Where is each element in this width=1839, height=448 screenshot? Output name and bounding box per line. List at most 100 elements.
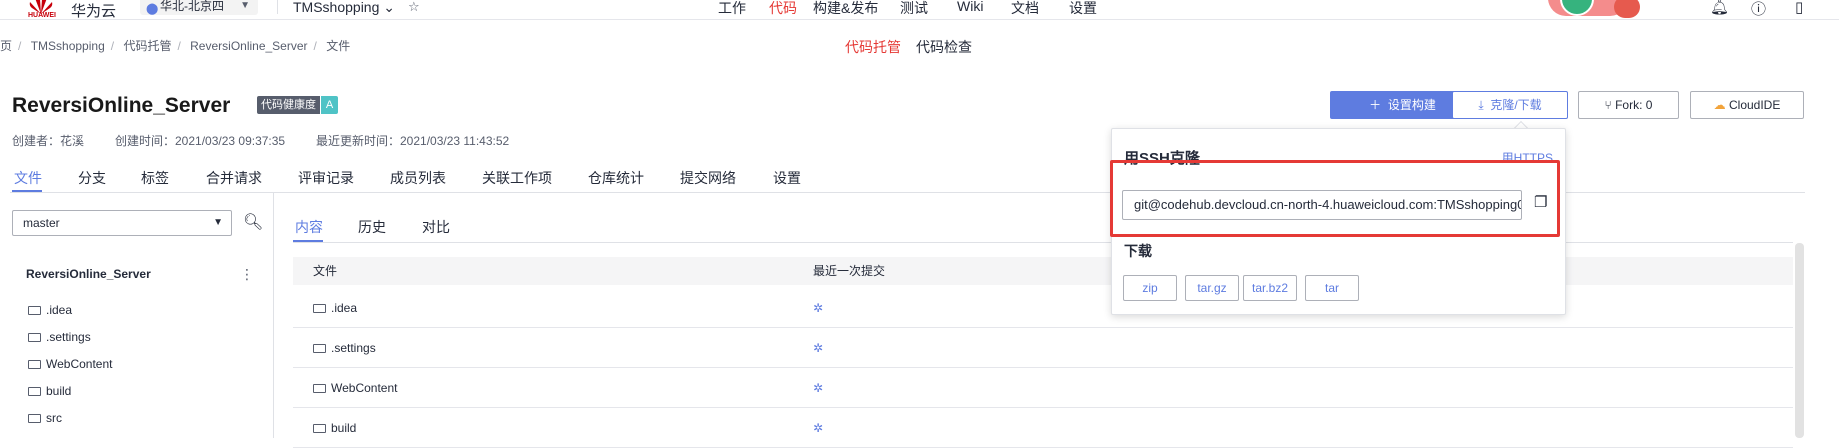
table-row[interactable]: WebContent ✲	[293, 368, 1793, 408]
tab-reviews[interactable]: 评审记录	[298, 168, 354, 188]
fork-button[interactable]: ⑂ Fork: 0	[1578, 91, 1679, 119]
tab-tags[interactable]: 标签	[141, 168, 169, 188]
file-name[interactable]: .settings	[331, 341, 376, 355]
table-row[interactable]: .idea ✲	[293, 288, 1793, 328]
folder-icon	[313, 424, 326, 433]
loading-icon: ✲	[813, 381, 824, 395]
tree-item-label: src	[46, 411, 62, 425]
logo-text: HUAWEI	[28, 12, 56, 19]
region-selector[interactable]: ⬤ 华北-北京四 ▼	[140, 0, 258, 15]
content-tabs-divider	[293, 242, 1793, 243]
download-zip-button[interactable]: zip	[1123, 275, 1177, 301]
file-name[interactable]: build	[331, 421, 356, 435]
nav-docs[interactable]: 文档	[1011, 0, 1039, 18]
tree-item[interactable]: .idea	[28, 303, 72, 317]
tab-commit-network[interactable]: 提交网络	[680, 168, 736, 188]
download-targz-button[interactable]: tar.gz	[1185, 275, 1239, 301]
nav-build-release[interactable]: 构建&发布	[813, 0, 878, 18]
health-badge-label[interactable]: 代码健康度	[257, 96, 320, 114]
tree-item[interactable]: WebContent	[28, 357, 113, 371]
tree-repo-name[interactable]: ReversiOnline_Server	[26, 267, 151, 281]
tree-item-label: .idea	[46, 303, 73, 317]
tab-content[interactable]: 内容	[295, 217, 323, 237]
tab-settings[interactable]: 设置	[773, 168, 801, 188]
branch-name: master	[23, 216, 60, 230]
folder-icon	[28, 414, 41, 423]
more-vertical-icon[interactable]: ⋮	[240, 266, 254, 283]
divider	[277, 0, 278, 14]
tab-members[interactable]: 成员列表	[390, 168, 446, 188]
folder-icon	[313, 344, 326, 353]
breadcrumb-current: 文件	[326, 39, 351, 53]
breadcrumb-code-hosting[interactable]: 代码托管	[123, 39, 171, 53]
tree-item[interactable]: .settings	[28, 330, 91, 344]
copy-icon[interactable]: ❐	[1534, 193, 1547, 211]
region-label: 华北-北京四	[160, 0, 224, 13]
branch-selector[interactable]: master ▼	[12, 210, 232, 236]
setup-build-label: 设置构建	[1387, 98, 1436, 112]
tab-merge-requests[interactable]: 合并请求	[206, 168, 262, 188]
folder-icon	[28, 360, 41, 369]
clone-download-button[interactable]: ⤓ 克隆/下载	[1452, 91, 1568, 119]
clone-download-label: 克隆/下载	[1490, 98, 1542, 112]
folder-icon	[28, 333, 41, 342]
help-icon[interactable]: ⓘ	[1751, 0, 1766, 19]
tab-work-items[interactable]: 关联工作项	[482, 168, 552, 188]
loading-icon: ✲	[813, 341, 824, 355]
tab-compare[interactable]: 对比	[422, 217, 450, 237]
project-selector[interactable]: TMSshopping ⌄	[293, 0, 395, 16]
top-bar: HUAWEI 华为云 ⬤ 华北-北京四 ▼ TMSshopping ⌄ ☆ 工作…	[0, 0, 1839, 20]
nav-work[interactable]: 工作	[718, 0, 746, 18]
repo-creator: 创建者：花溪	[12, 134, 85, 148]
nav-settings[interactable]: 设置	[1069, 0, 1097, 18]
breadcrumb-repo[interactable]: ReversiOnline_Server	[190, 39, 307, 53]
breadcrumb-home[interactable]: 首页	[0, 39, 12, 53]
loading-icon: ✲	[813, 301, 824, 315]
location-pin-icon: ⬤	[146, 3, 159, 15]
search-icon[interactable]: 🔍︎	[243, 212, 263, 232]
folder-icon	[28, 306, 41, 315]
scrollbar[interactable]	[1795, 243, 1804, 438]
clone-url-input[interactable]: git@codehub.devcloud.cn-north-4.huaweicl…	[1122, 190, 1522, 220]
folder-icon	[28, 387, 41, 396]
brand-name[interactable]: 华为云	[71, 0, 116, 21]
caret-down-icon: ▼	[213, 217, 223, 228]
repo-created-time: 创建时间：2021/03/23 09:37:35	[115, 134, 286, 148]
subnav-code-hosting[interactable]: 代码托管	[845, 37, 901, 57]
breadcrumb-project[interactable]: TMSshopping	[31, 39, 105, 53]
breadcrumb: 首页/ TMSshopping/ 代码托管/ ReversiOnline_Ser…	[0, 37, 356, 54]
nav-code[interactable]: 代码	[769, 0, 797, 18]
tab-history[interactable]: 历史	[358, 217, 386, 237]
tab-branches[interactable]: 分支	[78, 168, 106, 188]
folder-icon	[313, 304, 326, 313]
nav-wiki[interactable]: Wiki	[957, 0, 983, 14]
user-avatar[interactable]	[1614, 0, 1640, 18]
subnav-code-check[interactable]: 代码检查	[916, 37, 972, 57]
tab-statistics[interactable]: 仓库统计	[588, 168, 644, 188]
tree-item-label: .settings	[46, 330, 91, 344]
download-title: 下载	[1124, 243, 1152, 259]
file-name[interactable]: WebContent	[331, 381, 398, 395]
fork-label: Fork: 0	[1615, 98, 1653, 112]
download-tar-button[interactable]: tar	[1305, 275, 1359, 301]
nav-test[interactable]: 测试	[900, 0, 928, 18]
star-icon[interactable]: ☆	[408, 0, 420, 15]
table-row[interactable]: .settings ✲	[293, 328, 1793, 368]
tab-files[interactable]: 文件	[14, 168, 42, 188]
file-name[interactable]: .idea	[331, 301, 357, 315]
health-badge-grade[interactable]: A	[321, 96, 338, 114]
device-icon[interactable]: ▯	[1795, 0, 1803, 16]
bell-icon[interactable]: 🔔︎	[1710, 0, 1729, 16]
table-row[interactable]: build ✲	[293, 408, 1793, 448]
column-file: 文件	[313, 264, 338, 278]
fork-icon: ⑂	[1604, 98, 1612, 112]
repo-updated-time: 最近更新时间：2021/03/23 11:43:52	[316, 134, 510, 148]
repo-title: ReversiOnline_Server	[12, 94, 231, 117]
column-last-commit: 最近一次提交	[813, 264, 886, 278]
download-tarbz2-button[interactable]: tar.bz2	[1243, 275, 1297, 301]
tree-item[interactable]: build	[28, 384, 71, 398]
tree-item[interactable]: src	[28, 411, 62, 425]
cloudide-button[interactable]: ☁ CloudIDE	[1690, 91, 1804, 119]
loading-icon: ✲	[813, 421, 824, 435]
file-table-header: 文件 最近一次提交	[293, 257, 1793, 285]
